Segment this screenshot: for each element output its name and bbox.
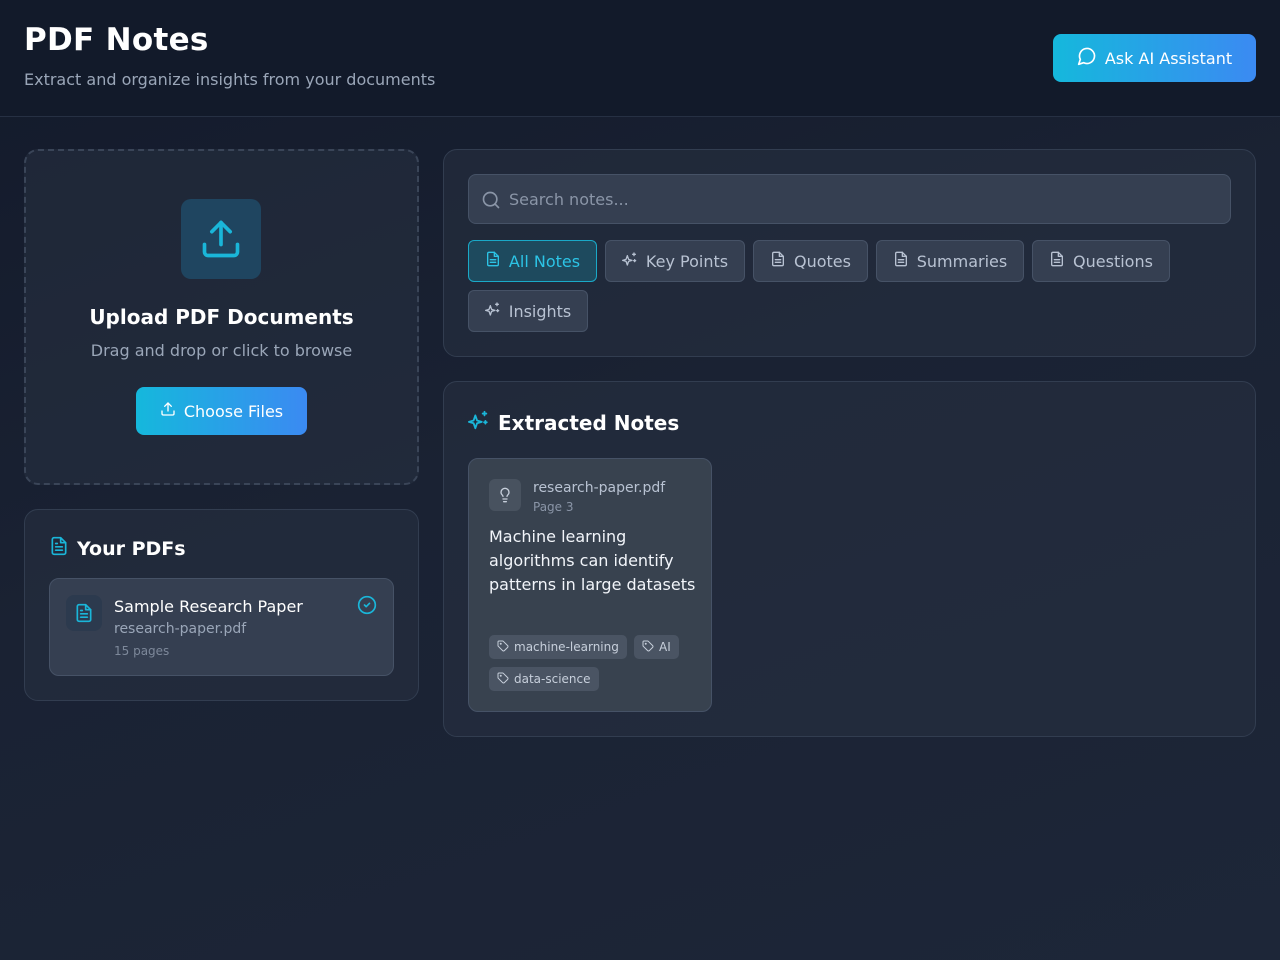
- note-tag[interactable]: data-science: [489, 667, 599, 691]
- file-text-icon: [49, 536, 69, 561]
- check-circle-icon: [357, 595, 377, 615]
- search-icon: [482, 191, 500, 209]
- search-input[interactable]: [509, 175, 1209, 223]
- message-circle-icon: [1077, 46, 1097, 70]
- filter-all-notes[interactable]: All Notes: [468, 240, 597, 282]
- pdf-filename: research-paper.pdf: [114, 621, 247, 637]
- file-text-icon: [770, 251, 786, 271]
- app-header: PDF Notes Extract and organize insights …: [0, 0, 1280, 117]
- filter-insights[interactable]: Insights: [468, 290, 588, 332]
- upload-title: Upload PDF Documents: [89, 305, 354, 329]
- note-text: Machine learning algorithms can identify…: [489, 527, 696, 594]
- filter-label: All Notes: [508, 251, 581, 271]
- upload-dropzone[interactable]: Upload PDF Documents Drag and drop or cl…: [24, 149, 419, 485]
- note-card[interactable]: research-paper.pdf Page 3 Machine learni…: [468, 458, 712, 712]
- extracted-notes-label: Extracted Notes: [498, 410, 680, 435]
- ask-ai-assistant-label: Ask AI Assistant: [1104, 48, 1233, 68]
- pdf-name: Sample Research Paper: [114, 597, 303, 616]
- extracted-notes-panel: Extracted Notes research-paper.pdf Page …: [443, 381, 1256, 737]
- pdf-list-item[interactable]: Sample Research Paper research-paper.pdf…: [49, 578, 394, 676]
- pdf-page-count: 15 pages: [114, 644, 170, 658]
- tag-label: machine-learning: [514, 640, 619, 654]
- file-text-icon: [66, 595, 102, 631]
- sparkles-icon: [468, 409, 490, 436]
- note-source-file: research-paper.pdf: [533, 480, 666, 496]
- tag-icon: [497, 672, 509, 687]
- tag-icon: [642, 640, 654, 655]
- upload-subtitle: Drag and drop or click to browse: [90, 341, 353, 360]
- search-box: [468, 174, 1231, 224]
- file-text-icon: [485, 251, 501, 271]
- upload-small-icon: [160, 401, 176, 421]
- tag-label: AI: [659, 640, 671, 654]
- sparkles-icon: [484, 301, 501, 321]
- filter-label: Questions: [1073, 251, 1153, 271]
- filter-questions[interactable]: Questions: [1032, 240, 1170, 282]
- filter-label: Quotes: [794, 251, 851, 271]
- upload-icon: [181, 199, 261, 279]
- tag-icon: [497, 640, 509, 655]
- choose-files-button[interactable]: Choose Files: [136, 387, 307, 435]
- filter-key-points[interactable]: Key Points: [605, 240, 745, 282]
- your-pdfs-label: Your PDFs: [77, 537, 186, 560]
- filter-label: Summaries: [916, 251, 1008, 271]
- note-page: Page 3: [533, 500, 574, 514]
- your-pdfs-heading: Your PDFs: [49, 536, 186, 561]
- ask-ai-assistant-button[interactable]: Ask AI Assistant: [1053, 34, 1256, 82]
- extracted-notes-heading: Extracted Notes: [468, 409, 679, 436]
- lightbulb-icon: [489, 479, 521, 511]
- file-text-icon: [1049, 251, 1065, 271]
- app-subtitle: Extract and organize insights from your …: [24, 70, 436, 89]
- search-filter-panel: All Notes Key Points Quotes Summaries Qu…: [443, 149, 1256, 357]
- note-tag[interactable]: AI: [634, 635, 679, 659]
- tag-label: data-science: [514, 672, 591, 686]
- your-pdfs-panel: Your PDFs Sample Research Paper research…: [24, 509, 419, 701]
- filter-label: Insights: [508, 301, 572, 321]
- file-text-icon: [893, 251, 909, 271]
- sparkles-icon: [621, 251, 638, 271]
- choose-files-label: Choose Files: [183, 401, 284, 421]
- app-title: PDF Notes: [24, 22, 209, 58]
- note-tag[interactable]: machine-learning: [489, 635, 627, 659]
- filter-quotes[interactable]: Quotes: [753, 240, 868, 282]
- filter-summaries[interactable]: Summaries: [876, 240, 1024, 282]
- filter-label: Key Points: [645, 251, 729, 271]
